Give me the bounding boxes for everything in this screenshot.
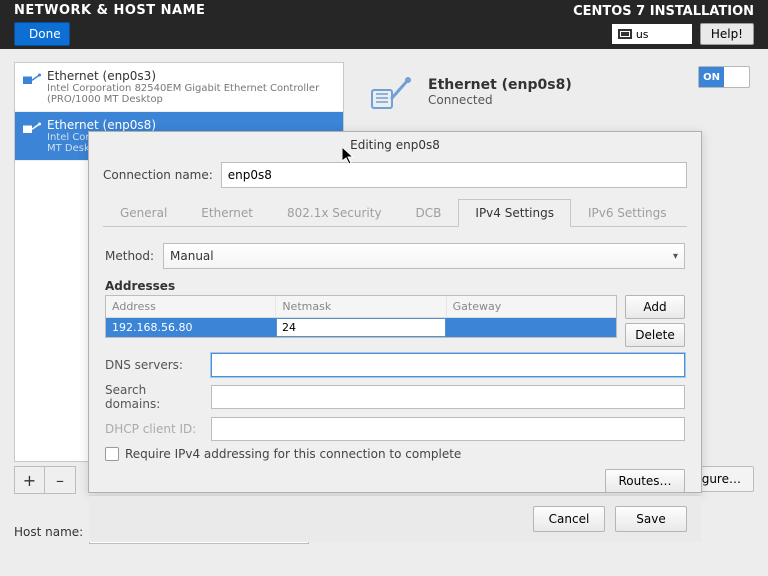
search-domains-input[interactable] (211, 385, 685, 409)
dialog-footer: Cancel Save (89, 495, 701, 542)
connection-name-input[interactable] (221, 162, 687, 188)
remove-interface-button[interactable]: – (45, 467, 75, 493)
col-gateway: Gateway (447, 296, 616, 317)
require-ipv4-row[interactable]: Require IPv4 addressing for this connect… (105, 447, 685, 461)
page-title: NETWORK & HOST NAME (14, 3, 205, 18)
search-domains-label: Search domains: (105, 383, 205, 411)
address-row[interactable]: 192.168.56.80 24 (106, 318, 616, 337)
edit-connection-dialog: Editing enp0s8 Connection name: General … (88, 131, 702, 493)
dhcp-client-id-label: DHCP client ID: (105, 422, 205, 436)
device-status: Ethernet (enp0s8) Connected ON (370, 62, 754, 122)
routes-button[interactable]: Routes… (605, 469, 685, 493)
dns-label: DNS servers: (105, 358, 205, 372)
tab-ipv4[interactable]: IPv4 Settings (458, 199, 571, 227)
status-title: Ethernet (enp0s8) (428, 77, 572, 93)
hostname-label: Host name: (14, 525, 83, 539)
cell-netmask[interactable]: 24 (276, 318, 446, 337)
tab-ethernet[interactable]: Ethernet (184, 199, 270, 227)
device-name: Ethernet (enp0s3) (47, 69, 335, 83)
top-bar: NETWORK & HOST NAME Done CENTOS 7 INSTAL… (0, 0, 768, 49)
help-button[interactable]: Help! (700, 23, 754, 45)
method-value: Manual (170, 249, 214, 263)
cell-address[interactable]: 192.168.56.80 (106, 318, 276, 337)
add-remove-group: + – (14, 466, 76, 494)
require-ipv4-label: Require IPv4 addressing for this connect… (125, 447, 461, 461)
add-address-button[interactable]: Add (625, 295, 685, 319)
tab-bar: General Ethernet 802.1x Security DCB IPv… (103, 198, 687, 227)
device-item[interactable]: Ethernet (enp0s3) Intel Corporation 8254… (15, 63, 343, 112)
method-label: Method: (105, 249, 155, 263)
keyboard-indicator[interactable]: us (612, 24, 692, 44)
nic-icon (23, 121, 41, 135)
col-netmask: Netmask (276, 296, 446, 317)
device-name: Ethernet (enp0s8) (47, 118, 335, 132)
tab-8021x[interactable]: 802.1x Security (270, 199, 399, 227)
nic-large-icon (370, 72, 414, 112)
addresses-table: Address Netmask Gateway 192.168.56.80 24 (105, 295, 617, 338)
tab-dcb[interactable]: DCB (399, 199, 459, 227)
chevron-down-icon: ▾ (673, 251, 678, 262)
save-button[interactable]: Save (615, 506, 687, 532)
method-select[interactable]: Manual ▾ (163, 243, 685, 269)
require-ipv4-checkbox[interactable] (105, 447, 119, 461)
keyboard-layout: us (636, 28, 649, 41)
cancel-button[interactable]: Cancel (533, 506, 605, 532)
col-address: Address (106, 296, 276, 317)
connection-name-label: Connection name: (103, 168, 213, 182)
toggle-on-label: ON (699, 67, 724, 87)
done-button[interactable]: Done (14, 22, 70, 46)
dhcp-client-id-input[interactable] (211, 417, 685, 441)
nic-icon (23, 72, 41, 86)
connection-toggle[interactable]: ON (698, 66, 750, 88)
addresses-heading: Addresses (105, 279, 685, 293)
status-state: Connected (428, 93, 572, 107)
device-sub: Intel Corporation 82540EM Gigabit Ethern… (47, 83, 335, 105)
tab-general[interactable]: General (103, 199, 184, 227)
keyboard-icon (618, 29, 632, 39)
delete-address-button[interactable]: Delete (625, 323, 685, 347)
installer-title: CENTOS 7 INSTALLATION (573, 4, 754, 19)
ipv4-panel: Method: Manual ▾ Addresses Address Netma… (103, 233, 687, 495)
tab-ipv6[interactable]: IPv6 Settings (571, 199, 684, 227)
add-interface-button[interactable]: + (15, 467, 45, 493)
dns-input[interactable] (211, 353, 685, 377)
cell-gateway[interactable] (446, 318, 616, 337)
dialog-title: Editing enp0s8 (89, 132, 701, 156)
